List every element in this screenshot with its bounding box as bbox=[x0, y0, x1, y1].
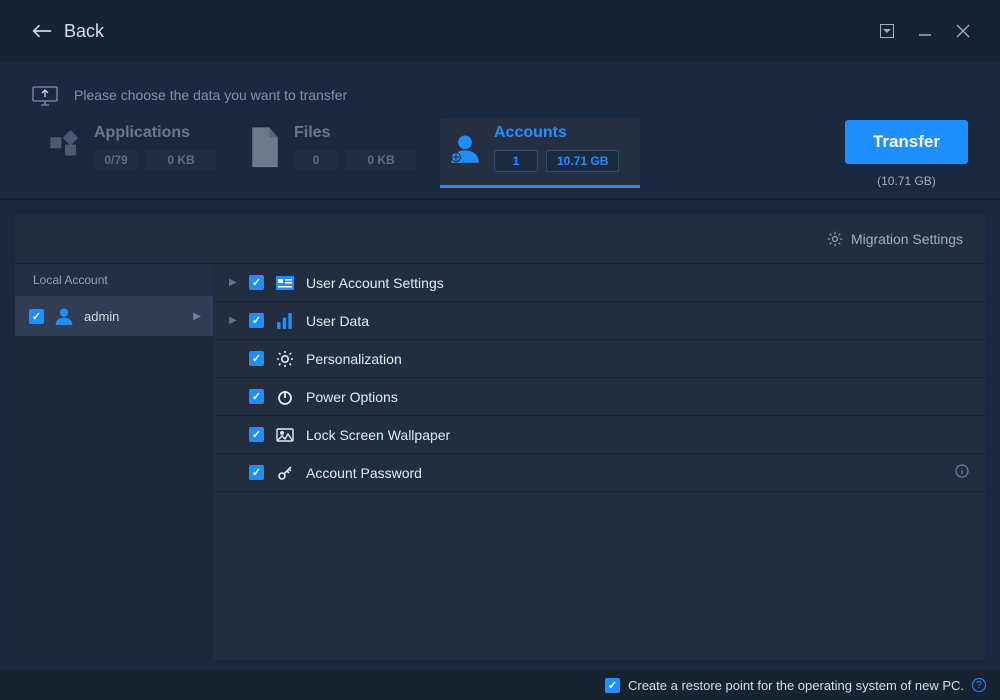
tab-accounts-title: Accounts bbox=[494, 124, 619, 142]
apps-icon bbox=[48, 130, 82, 164]
tab-applications-size: 0 KB bbox=[146, 150, 216, 170]
tab-applications-count: 0/79 bbox=[94, 150, 138, 170]
sidebar-item-admin[interactable]: admin ▶ bbox=[15, 296, 213, 336]
checkbox-icon[interactable] bbox=[249, 351, 264, 366]
key-icon bbox=[276, 464, 294, 482]
tab-files-title: Files bbox=[294, 124, 416, 142]
tab-accounts-size: 10.71 GB bbox=[546, 150, 619, 172]
tab-accounts[interactable]: Accounts 1 10.71 GB bbox=[440, 118, 640, 186]
list-item-user-data[interactable]: ▶ User Data bbox=[213, 302, 985, 340]
close-icon bbox=[955, 23, 971, 39]
checkbox-icon[interactable] bbox=[249, 465, 264, 480]
expand-icon[interactable]: ▶ bbox=[229, 315, 237, 326]
list-item-label: Lock Screen Wallpaper bbox=[306, 427, 450, 443]
back-label: Back bbox=[64, 21, 104, 42]
account-icon bbox=[448, 131, 482, 165]
migration-settings-label: Migration Settings bbox=[851, 231, 963, 247]
sidebar-header: Local Account bbox=[15, 264, 213, 296]
tab-files-size: 0 KB bbox=[346, 150, 416, 170]
file-icon bbox=[248, 130, 282, 164]
window-dropdown-button[interactable] bbox=[868, 14, 906, 48]
help-icon[interactable]: ? bbox=[972, 678, 986, 692]
settings-list: ▶ User Account Settings ▶ User Data Pers… bbox=[213, 264, 985, 660]
transfer-total-size: (10.71 GB) bbox=[877, 174, 936, 188]
list-item-power-options[interactable]: Power Options bbox=[213, 378, 985, 416]
checkbox-icon[interactable] bbox=[249, 427, 264, 442]
tab-applications[interactable]: Applications 0/79 0 KB bbox=[40, 118, 240, 184]
sidebar-user-label: admin bbox=[84, 309, 119, 324]
list-item-label: Power Options bbox=[306, 389, 398, 405]
expand-icon[interactable]: ▶ bbox=[229, 277, 237, 288]
list-item-user-account-settings[interactable]: ▶ User Account Settings bbox=[213, 264, 985, 302]
minimize-icon bbox=[918, 24, 932, 38]
tab-applications-title: Applications bbox=[94, 124, 216, 142]
transfer-button[interactable]: Transfer bbox=[845, 120, 968, 164]
tab-files[interactable]: Files 0 0 KB bbox=[240, 118, 440, 184]
window-minimize-button[interactable] bbox=[906, 14, 944, 48]
arrow-left-icon bbox=[32, 24, 52, 38]
migration-settings-link[interactable]: Migration Settings bbox=[827, 231, 963, 247]
list-item-personalization[interactable]: Personalization bbox=[213, 340, 985, 378]
picture-icon bbox=[276, 426, 294, 444]
checkbox-icon[interactable] bbox=[29, 309, 44, 324]
power-icon bbox=[276, 388, 294, 406]
back-button[interactable]: Back bbox=[32, 21, 104, 42]
accounts-sidebar: Local Account admin ▶ bbox=[15, 264, 213, 660]
checkbox-icon[interactable] bbox=[249, 389, 264, 404]
window-close-button[interactable] bbox=[944, 14, 982, 48]
bars-icon bbox=[276, 312, 294, 330]
monitor-upload-icon bbox=[32, 84, 58, 106]
list-item-label: User Account Settings bbox=[306, 275, 444, 291]
dropdown-box-icon bbox=[880, 24, 894, 38]
list-item-label: User Data bbox=[306, 313, 369, 329]
checkbox-icon[interactable] bbox=[249, 275, 264, 290]
info-icon[interactable] bbox=[955, 464, 969, 481]
checkbox-icon[interactable] bbox=[249, 313, 264, 328]
restore-point-label: Create a restore point for the operating… bbox=[628, 678, 964, 693]
sun-gear-icon bbox=[276, 350, 294, 368]
list-item-label: Account Password bbox=[306, 465, 422, 481]
restore-point-checkbox[interactable] bbox=[605, 678, 620, 693]
tab-accounts-count: 1 bbox=[494, 150, 538, 172]
list-item-lock-screen-wallpaper[interactable]: Lock Screen Wallpaper bbox=[213, 416, 985, 454]
person-icon bbox=[54, 306, 74, 326]
chevron-right-icon: ▶ bbox=[193, 311, 201, 322]
list-item-label: Personalization bbox=[306, 351, 402, 367]
list-item-account-password[interactable]: Account Password bbox=[213, 454, 985, 492]
gear-icon bbox=[827, 231, 843, 247]
tab-files-count: 0 bbox=[294, 150, 338, 170]
card-icon bbox=[276, 274, 294, 292]
prompt-text: Please choose the data you want to trans… bbox=[74, 87, 347, 103]
